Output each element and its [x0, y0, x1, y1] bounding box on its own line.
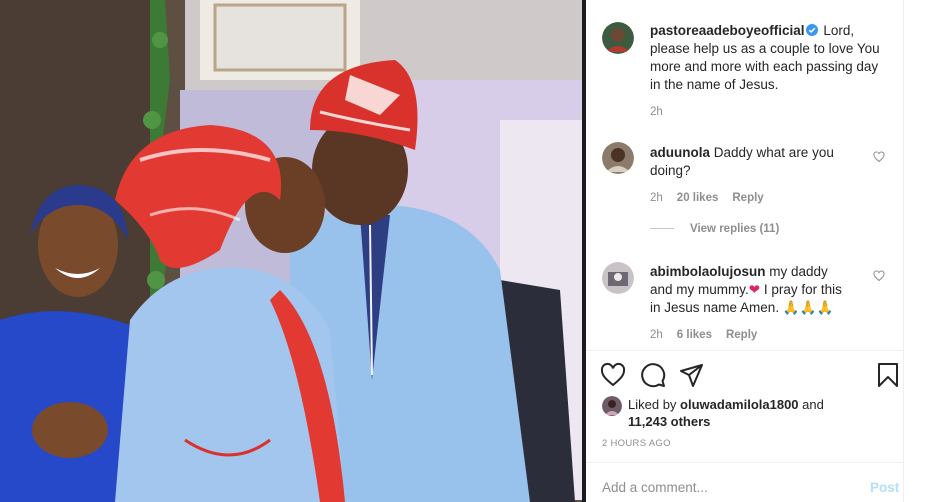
comment-body: aduunola Daddy what are you doing? — [650, 144, 850, 180]
comment-avatar[interactable] — [602, 142, 634, 174]
likes-count[interactable]: 11,243 others — [628, 414, 710, 429]
heart-icon[interactable] — [600, 362, 626, 388]
comment-like-heart-icon[interactable] — [873, 151, 885, 163]
comment-input-divider — [586, 462, 904, 463]
likes-middle: and — [798, 397, 824, 412]
comments-list[interactable]: pastoreaadeboyeofficial Lord, please hel… — [586, 0, 904, 350]
comment-reply-button[interactable]: Reply — [732, 192, 763, 204]
comment-like-heart-icon[interactable] — [873, 270, 885, 282]
comment-icon[interactable] — [640, 362, 666, 388]
action-bar — [586, 362, 904, 388]
comment-reply-button[interactable]: Reply — [726, 329, 757, 341]
instagram-post: pastoreaadeboyeofficial Lord, please hel… — [0, 0, 950, 502]
comment-body: abimbolaolujosun my daddy and my mummy.❤… — [650, 263, 850, 317]
pray-emoji: 🙏🙏🙏 — [782, 300, 834, 315]
view-replies-button[interactable]: View replies (11) — [650, 223, 779, 235]
actions-divider — [586, 350, 904, 351]
comment-avatar[interactable] — [602, 262, 634, 294]
comment-time[interactable]: 2h — [650, 329, 663, 341]
comment-meta: 2h 6 likes Reply — [650, 329, 771, 341]
view-replies-line — [650, 228, 674, 230]
comment-meta: 2h 20 likes Reply — [650, 192, 778, 204]
post-caption: pastoreaadeboyeofficial Lord, please hel… — [650, 22, 890, 94]
share-icon[interactable] — [679, 362, 705, 388]
caption-time[interactable]: 2h — [650, 106, 663, 118]
liker-avatar[interactable] — [602, 396, 622, 416]
post-timestamp[interactable]: 2 HOURS AGO — [602, 438, 671, 449]
likes-prefix: Liked by — [628, 397, 681, 412]
caption-username[interactable]: pastoreaadeboyeofficial — [650, 23, 805, 38]
heart-emoji: ❤ — [748, 282, 761, 297]
comment-username[interactable]: aduunola — [650, 145, 710, 160]
post-photo — [0, 0, 584, 502]
post-photo-image — [0, 0, 584, 502]
comment-username[interactable]: abimbolaolujosun — [650, 264, 766, 279]
verified-badge-icon — [805, 24, 818, 36]
comment-likes[interactable]: 20 likes — [677, 192, 719, 204]
comment-time[interactable]: 2h — [650, 192, 663, 204]
comment-input[interactable]: Add a comment... — [602, 480, 708, 495]
likes-text: Liked by oluwadamilola1800 and 11,243 oth… — [628, 396, 892, 430]
post-side-panel: pastoreaadeboyeofficial Lord, please hel… — [586, 0, 904, 502]
view-replies-label: View replies (11) — [690, 223, 780, 235]
author-avatar[interactable] — [602, 22, 634, 54]
post-comment-button[interactable]: Post — [870, 480, 899, 495]
caption-meta: 2h — [650, 106, 677, 118]
comment-likes[interactable]: 6 likes — [677, 329, 712, 341]
liker-username[interactable]: oluwadamilola1800 — [680, 397, 799, 412]
bookmark-icon[interactable] — [875, 362, 901, 388]
